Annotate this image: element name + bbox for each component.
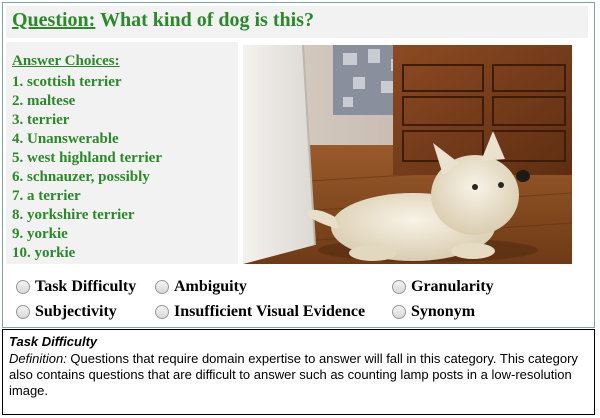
radio-circle-icon xyxy=(16,280,30,294)
task-difficulty-radio[interactable]: Task Difficulty xyxy=(16,276,136,298)
radio-circle-icon xyxy=(155,280,169,294)
granularity-radio[interactable]: Granularity xyxy=(392,276,494,298)
answer-item: 7. a terrier xyxy=(12,188,81,204)
insufficient-visual-evidence-label: Insufficient Visual Evidence xyxy=(174,303,366,320)
synonym-label: Synonym xyxy=(411,303,476,320)
answer-item: 4. Unanswerable xyxy=(12,131,119,147)
radio-circle-icon xyxy=(392,280,406,294)
answer-item: 1. scottish terrier xyxy=(12,74,122,90)
answer-item: 6. schnauzer, possibly xyxy=(12,169,150,185)
answer-item: 5. west highland terrier xyxy=(12,150,162,166)
definition-heading: Task Difficulty xyxy=(9,334,98,349)
definition-label: Definition: xyxy=(9,351,67,366)
ambiguity-radio[interactable]: Ambiguity xyxy=(155,276,247,298)
definition-text: Questions that require domain expertise … xyxy=(9,351,578,398)
answer-item: 3. terrier xyxy=(12,112,70,128)
question-label: Question: xyxy=(12,9,96,31)
definition-body: Definition: Questions that require domai… xyxy=(9,351,587,399)
answer-item: 2. maltese xyxy=(12,93,76,109)
insufficient-visual-evidence-radio[interactable]: Insufficient Visual Evidence xyxy=(155,301,365,323)
answer-item: 8. yorkshire terrier xyxy=(12,207,135,223)
subjectivity-label: Subjectivity xyxy=(35,303,117,320)
answers-list: 1. scottish terrier 2. maltese 3. terrie… xyxy=(12,73,162,263)
answers-title: Answer Choices: xyxy=(12,53,120,69)
answer-item: 9. yorkie xyxy=(12,226,68,242)
question-heading: Question: What kind of dog is this? xyxy=(12,9,314,32)
task-difficulty-label: Task Difficulty xyxy=(35,278,137,295)
radio-circle-icon xyxy=(392,305,406,319)
radio-circle-icon xyxy=(16,305,30,319)
subjectivity-radio[interactable]: Subjectivity xyxy=(16,301,117,323)
dog-photo xyxy=(243,45,572,264)
ambiguity-label: Ambiguity xyxy=(174,278,247,295)
synonym-radio[interactable]: Synonym xyxy=(392,301,475,323)
granularity-label: Granularity xyxy=(411,278,494,295)
radio-circle-icon xyxy=(155,305,169,319)
question-text: What kind of dog is this? xyxy=(99,9,314,31)
definition-panel: Task Difficulty Definition: Questions th… xyxy=(2,329,595,415)
answer-item: 10. yorkie xyxy=(12,245,76,261)
